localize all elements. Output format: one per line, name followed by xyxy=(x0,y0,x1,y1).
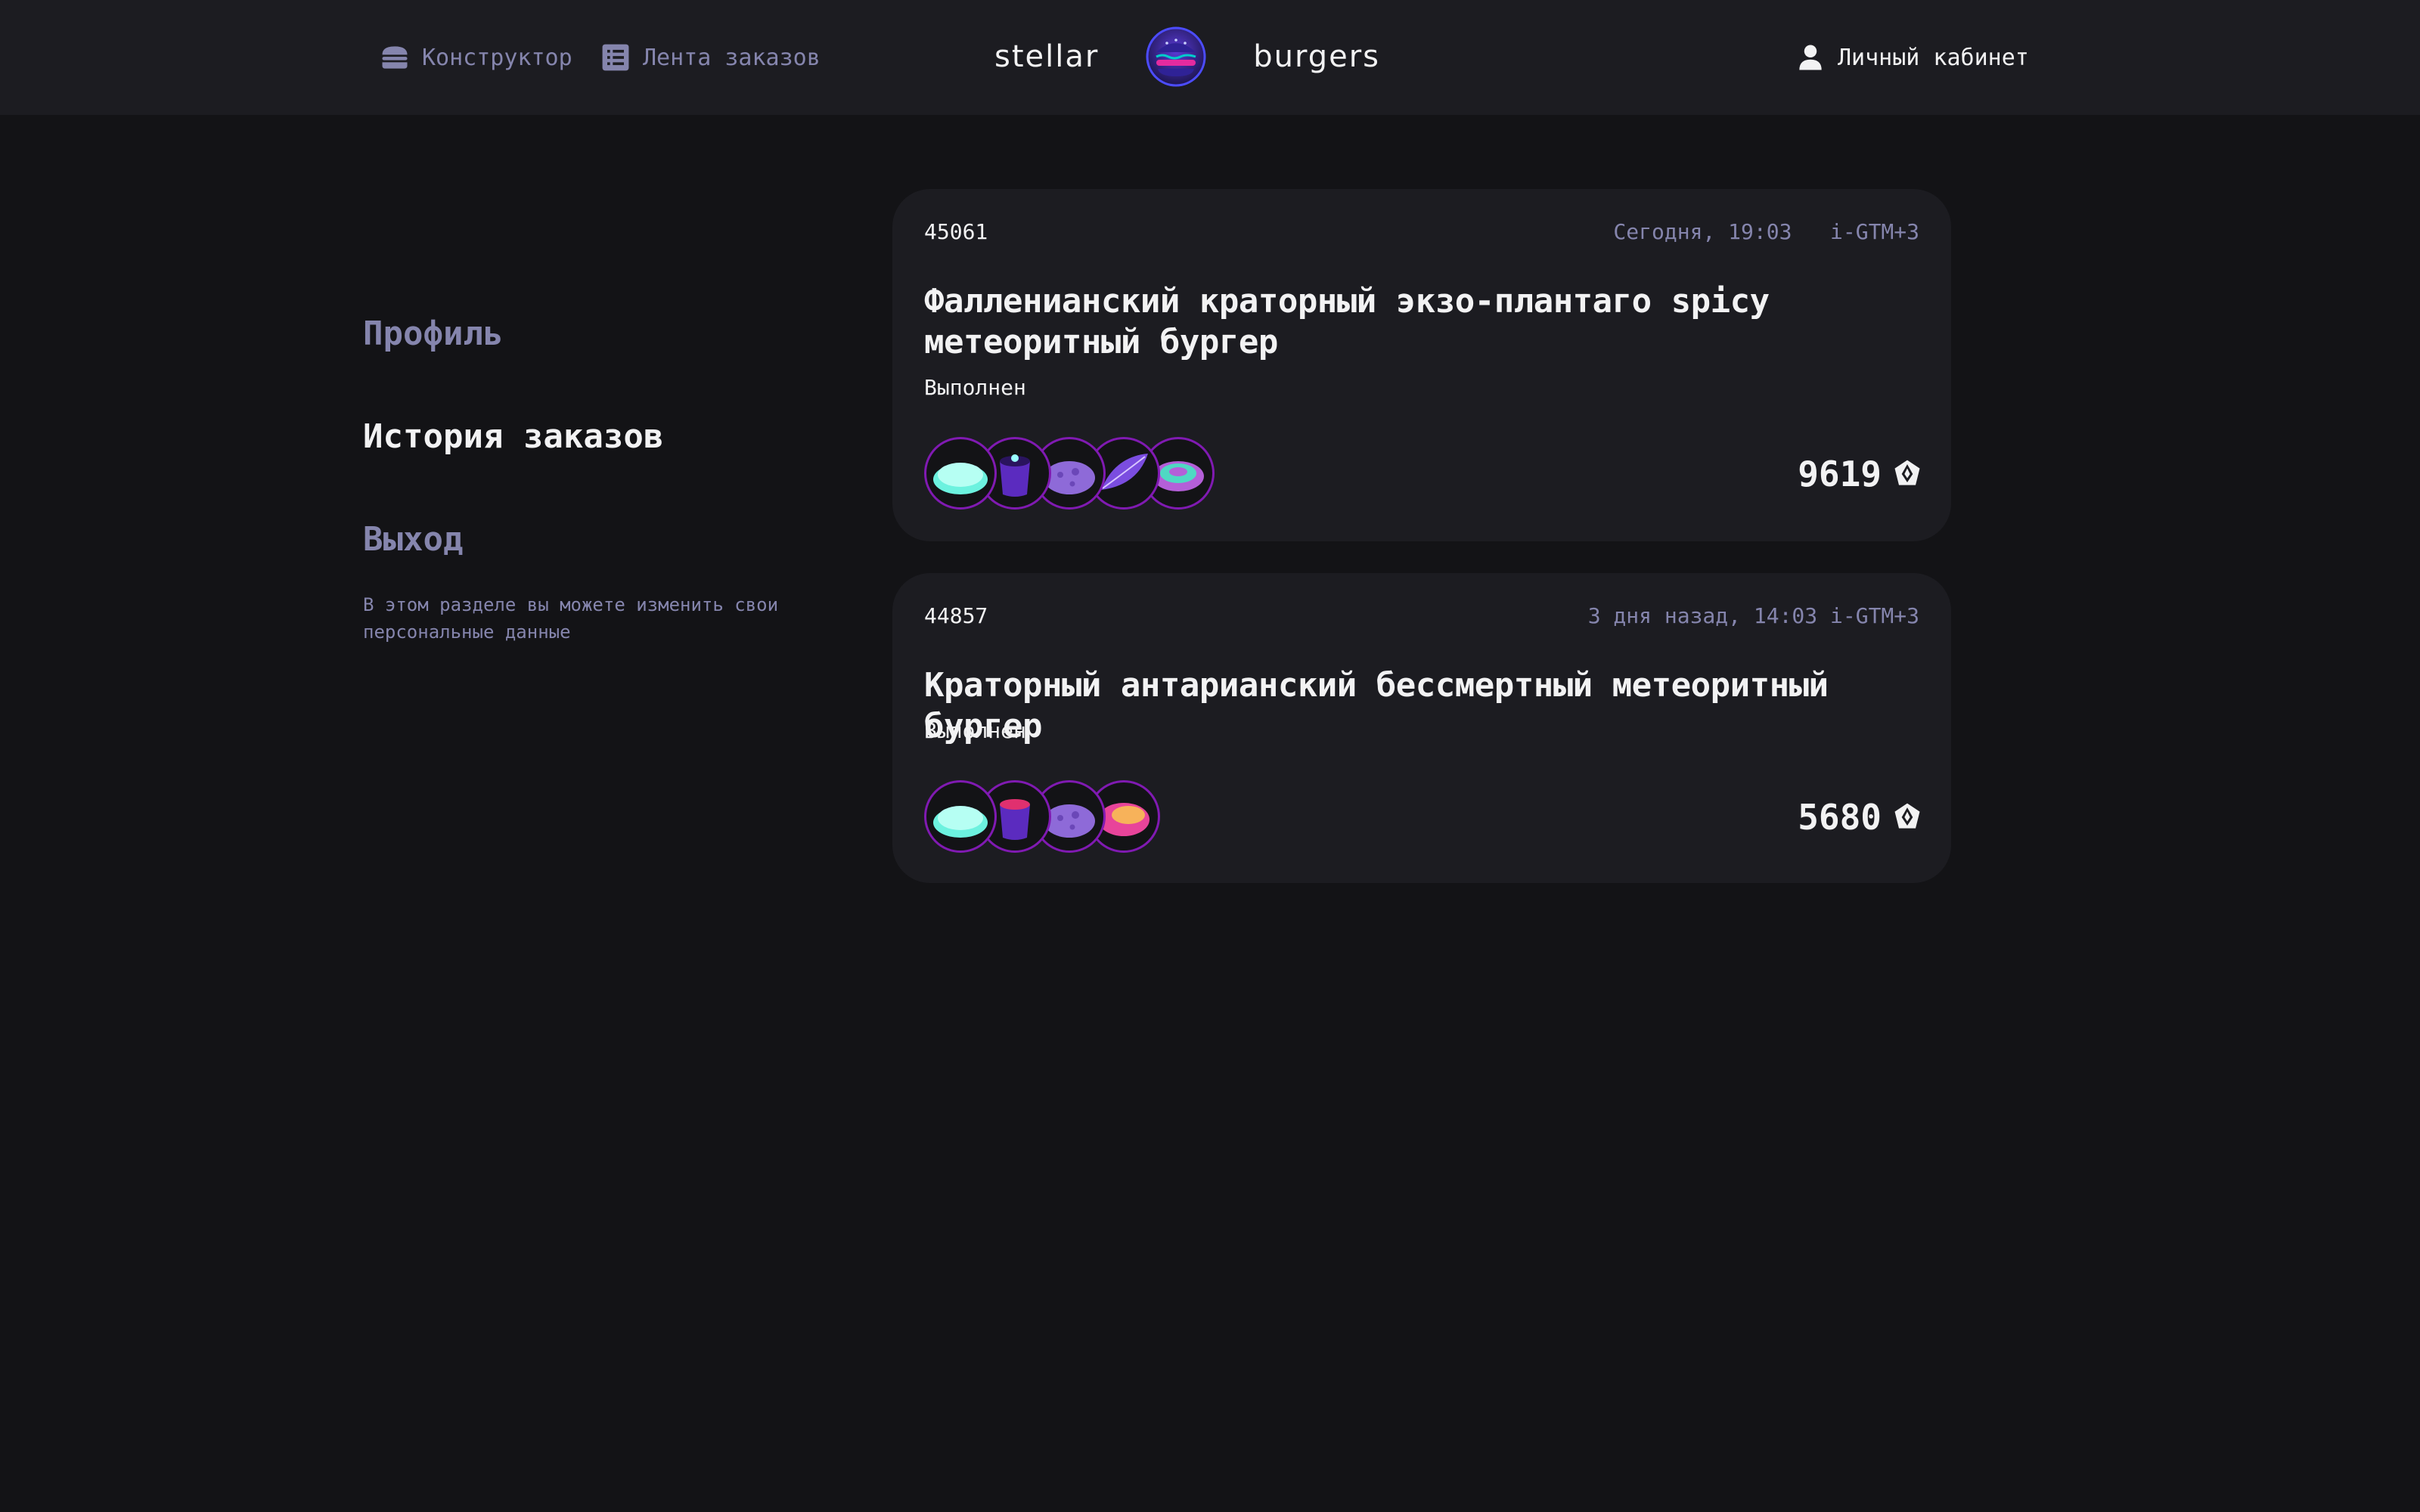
order-price-value: 5680 xyxy=(1798,797,1882,838)
sidebar-item-profile[interactable]: Профиль xyxy=(363,314,503,353)
currency-icon xyxy=(1891,801,1924,834)
order-card[interactable]: 44857 3 дня назад, 14:03 i-GTM+3 Краторн… xyxy=(892,573,1951,883)
order-title: Фалленианский краторный экзо-плантаго sp… xyxy=(924,282,1770,361)
ingredient-bun-icon xyxy=(924,780,997,853)
nav-order-feed[interactable]: Лента заказов xyxy=(599,36,821,79)
order-status: Выполнен xyxy=(924,375,1026,400)
order-card[interactable]: 45061 Сегодня, 19:03 i-GTM+3 Фалленианск… xyxy=(892,189,1951,541)
nav-account[interactable]: Личный кабинет xyxy=(1794,36,2029,79)
list-icon xyxy=(599,41,632,74)
ingredient-bun-icon xyxy=(924,437,997,510)
sidebar-item-order-history[interactable]: История заказов xyxy=(363,417,663,456)
order-price-value: 9619 xyxy=(1798,454,1882,494)
burger-icon xyxy=(378,41,411,74)
logo[interactable]: stellar burgers xyxy=(994,23,1380,91)
planet-burger-logo-icon xyxy=(1146,26,1206,87)
sidebar-item-logout[interactable]: Выход xyxy=(363,520,463,559)
logo-text-right: burgers xyxy=(1253,39,1380,74)
order-status: Выполнен xyxy=(924,718,1026,743)
logo-text-left: stellar xyxy=(994,39,1100,74)
order-title: Краторный антарианский бессмертный метео… xyxy=(924,666,1829,745)
currency-icon xyxy=(1891,457,1924,491)
order-date: Сегодня, 19:03 i-GTM+3 xyxy=(1613,219,1919,244)
profile-icon xyxy=(1794,41,1827,74)
nav-constructor-label: Конструктор xyxy=(422,44,572,71)
sidebar-hint: В этом разделе вы можете изменить свои п… xyxy=(363,594,779,643)
nav-constructor[interactable]: Конструктор xyxy=(378,36,572,79)
order-price: 9619 xyxy=(1798,454,1924,494)
app-header: Конструктор Лента заказов stellar burger… xyxy=(0,0,2420,115)
order-number: 45061 xyxy=(924,219,988,244)
nav-account-label: Личный кабинет xyxy=(1838,44,2029,71)
order-number: 44857 xyxy=(924,603,988,628)
order-date: 3 дня назад, 14:03 i-GTM+3 xyxy=(1587,603,1919,628)
order-price: 5680 xyxy=(1798,797,1924,838)
nav-order-feed-label: Лента заказов xyxy=(643,44,821,71)
